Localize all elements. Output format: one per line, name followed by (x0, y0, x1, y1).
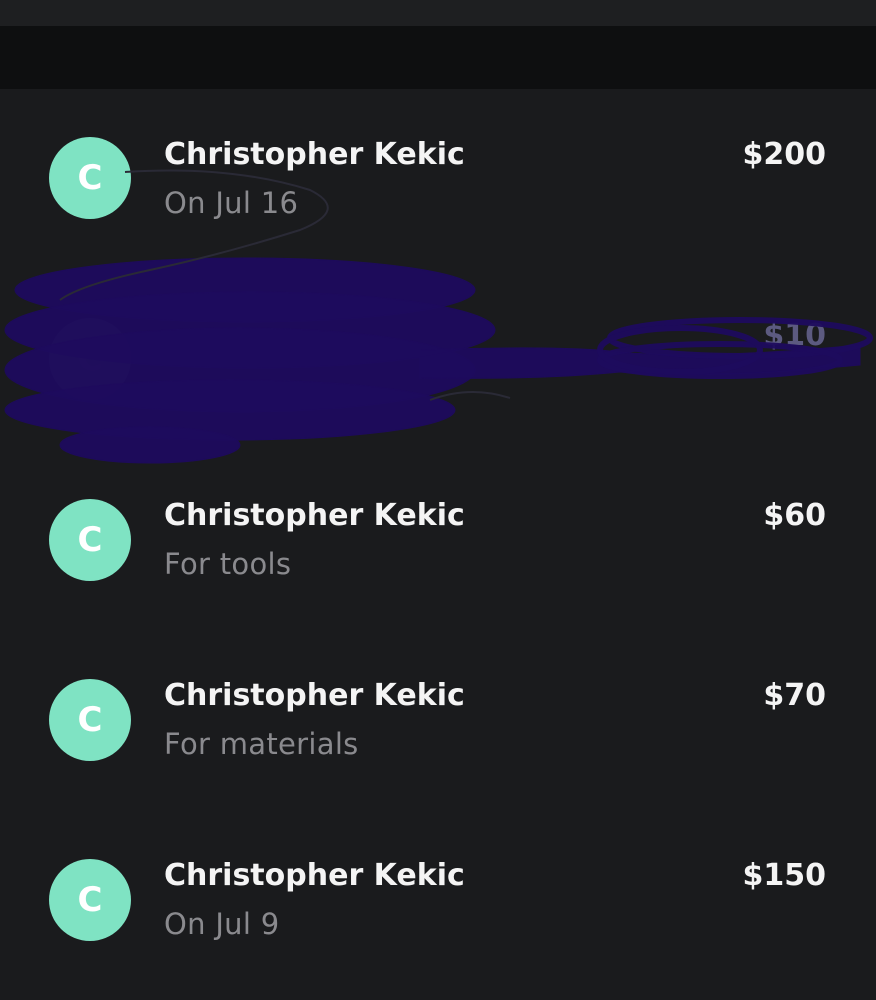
status-bar (0, 0, 876, 26)
transaction-amount: $10 (763, 318, 826, 353)
recipient-name: Christopher Kekic (164, 678, 465, 713)
transaction-amount: $60 (763, 498, 826, 533)
transaction-note: For materials (164, 727, 359, 761)
avatar: C (49, 318, 131, 400)
recipient-name: Christopher Kekic (164, 498, 465, 533)
recipient-name: Christopher Kekic (164, 137, 465, 172)
avatar: C (49, 859, 131, 941)
transaction-row[interactable]: C Christopher Kekic For tools $60 (0, 450, 876, 600)
section-header (0, 26, 876, 89)
avatar: C (49, 137, 131, 219)
transaction-row[interactable]: C Christopher Kekic For materials $70 (0, 630, 876, 780)
transaction-row[interactable]: C Christopher Kekic On Jul 9 $150 (0, 810, 876, 960)
transaction-amount: $70 (763, 678, 826, 713)
transaction-amount: $200 (742, 137, 827, 172)
recipient-name: Christopher Kekic (164, 858, 465, 893)
transaction-row[interactable]: C Christopher Kekic On Jul 16 $200 (0, 89, 876, 239)
transaction-row-redacted[interactable]: C $10 (0, 270, 876, 420)
transaction-amount: $150 (742, 858, 827, 893)
transaction-note: On Jul 9 (164, 907, 280, 941)
transaction-note: On Jul 16 (164, 186, 299, 220)
avatar: C (49, 679, 131, 761)
transaction-note: For tools (164, 547, 292, 581)
avatar: C (49, 499, 131, 581)
